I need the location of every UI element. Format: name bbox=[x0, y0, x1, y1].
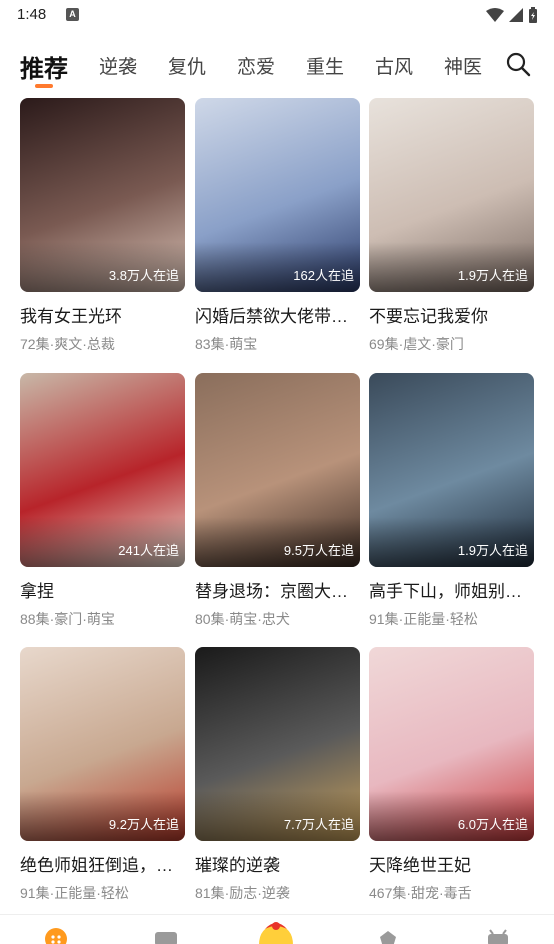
drama-meta: 83集·萌宝 bbox=[195, 336, 258, 352]
drama-card[interactable]: 6.0万人在追 天降绝世王妃 467集·甜宠·毒舌 bbox=[369, 647, 534, 903]
discover-icon[interactable] bbox=[376, 927, 400, 944]
drama-poster[interactable]: 3.8万人在追 bbox=[20, 98, 185, 292]
bottom-nav bbox=[0, 914, 554, 944]
drama-card[interactable]: 9.5万人在追 替身退场：京圈大… 80集·萌宝·忠犬 bbox=[195, 373, 360, 629]
signal-icon bbox=[509, 8, 523, 22]
drama-poster[interactable]: 162人在追 bbox=[195, 98, 360, 292]
drama-meta: 91集·正能量·轻松 bbox=[369, 611, 478, 627]
drama-poster[interactable]: 7.7万人在追 bbox=[195, 647, 360, 841]
drama-card[interactable]: 1.9万人在追 高手下山，师姐别… 91集·正能量·轻松 bbox=[369, 373, 534, 629]
followers-count: 1.9万人在追 bbox=[457, 268, 528, 283]
drama-title[interactable]: 天降绝世王妃 bbox=[369, 851, 529, 876]
drama-title[interactable]: 璀璨的逆袭 bbox=[195, 851, 355, 876]
tab-doctor[interactable]: 神医 bbox=[444, 52, 482, 79]
status-icons bbox=[486, 7, 538, 23]
drama-poster[interactable]: 6.0万人在追 bbox=[369, 647, 534, 841]
followers-count: 3.8万人在追 bbox=[108, 268, 179, 283]
drama-card[interactable]: 162人在追 闪婚后禁欲大佬带… 83集·萌宝 bbox=[195, 98, 360, 354]
drama-title[interactable]: 闪婚后禁欲大佬带… bbox=[195, 302, 355, 327]
drama-card[interactable]: 7.7万人在追 璀璨的逆袭 81集·励志·逆袭 bbox=[195, 647, 360, 903]
status-time: 1:48 bbox=[17, 6, 47, 23]
drama-meta: 91集·正能量·轻松 bbox=[20, 885, 129, 901]
drama-title[interactable]: 我有女王光环 bbox=[20, 302, 180, 327]
home-icon[interactable] bbox=[44, 927, 68, 944]
drama-title[interactable]: 高手下山，师姐别… bbox=[369, 577, 529, 602]
notification-icon: A bbox=[66, 8, 79, 21]
drama-title[interactable]: 替身退场：京圈大… bbox=[195, 577, 355, 602]
followers-count: 9.5万人在追 bbox=[283, 543, 354, 558]
profile-icon[interactable] bbox=[486, 927, 510, 944]
tab-recommend[interactable]: 推荐 bbox=[20, 49, 68, 84]
drama-meta: 81集·励志·逆袭 bbox=[195, 885, 290, 901]
tab-revenge[interactable]: 复仇 bbox=[168, 52, 206, 79]
drama-title[interactable]: 不要忘记我爱你 bbox=[369, 302, 529, 327]
drama-poster[interactable]: 9.2万人在追 bbox=[20, 647, 185, 841]
drama-poster[interactable]: 1.9万人在追 bbox=[369, 98, 534, 292]
tab-rebirth[interactable]: 重生 bbox=[306, 52, 344, 79]
drama-meta: 467集·甜宠·毒舌 bbox=[369, 885, 472, 901]
tab-comeback[interactable]: 逆袭 bbox=[99, 52, 137, 79]
followers-count: 9.2万人在追 bbox=[108, 817, 179, 832]
gift-icon[interactable] bbox=[251, 919, 301, 944]
followers-count: 6.0万人在追 bbox=[457, 817, 528, 832]
category-tabs: 推荐 逆袭 复仇 恋爱 重生 古风 神医 bbox=[0, 42, 554, 92]
followers-count: 162人在追 bbox=[293, 268, 354, 283]
drama-meta: 69集·虐文·豪门 bbox=[369, 336, 464, 352]
tab-romance[interactable]: 恋爱 bbox=[237, 52, 275, 79]
followers-count: 7.7万人在追 bbox=[283, 817, 354, 832]
tab-ancient[interactable]: 古风 bbox=[375, 52, 413, 79]
drama-meta: 80集·萌宝·忠犬 bbox=[195, 611, 290, 627]
drama-meta: 88集·豪门·萌宝 bbox=[20, 611, 115, 627]
search-icon[interactable] bbox=[505, 51, 531, 77]
drama-card[interactable]: 241人在追 拿捏 88集·豪门·萌宝 bbox=[20, 373, 185, 629]
active-tab-indicator bbox=[35, 84, 53, 88]
drama-poster[interactable]: 241人在追 bbox=[20, 373, 185, 567]
battery-icon bbox=[529, 7, 537, 23]
drama-card[interactable]: 9.2万人在追 绝色师姐狂倒追，… 91集·正能量·轻松 bbox=[20, 647, 185, 903]
followers-count: 241人在追 bbox=[118, 543, 179, 558]
drama-poster[interactable]: 9.5万人在追 bbox=[195, 373, 360, 567]
followers-count: 1.9万人在追 bbox=[457, 543, 528, 558]
drama-meta: 72集·爽文·总裁 bbox=[20, 336, 115, 352]
drama-card[interactable]: 3.8万人在追 我有女王光环 72集·爽文·总裁 bbox=[20, 98, 185, 354]
drama-poster[interactable]: 1.9万人在追 bbox=[369, 373, 534, 567]
drama-title[interactable]: 绝色师姐狂倒追，… bbox=[20, 851, 180, 876]
drama-title[interactable]: 拿捏 bbox=[20, 577, 180, 602]
theater-icon[interactable] bbox=[154, 927, 178, 944]
wifi-icon bbox=[486, 8, 504, 22]
status-bar: 1:48 A bbox=[0, 0, 554, 32]
drama-card[interactable]: 1.9万人在追 不要忘记我爱你 69集·虐文·豪门 bbox=[369, 98, 534, 354]
